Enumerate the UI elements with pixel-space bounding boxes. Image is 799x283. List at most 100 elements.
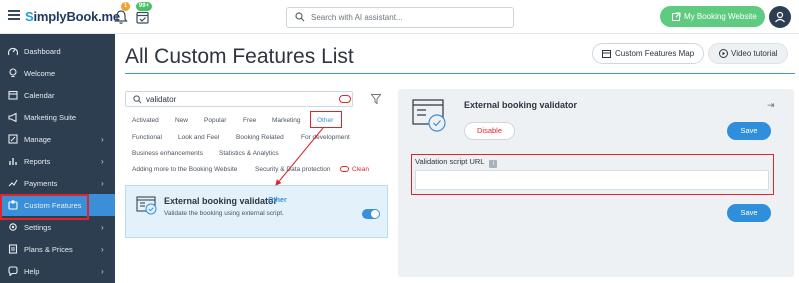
detail-title: External booking validator xyxy=(464,100,578,110)
validator-icon xyxy=(136,196,157,215)
my-booking-website-button[interactable]: My Booking Website xyxy=(660,6,765,27)
feature-description: Validate the booking using external scri… xyxy=(164,210,284,217)
clear-icon xyxy=(340,166,349,172)
payment-icon xyxy=(8,179,18,187)
user-avatar[interactable] xyxy=(769,6,791,28)
sidebar-item-welcome[interactable]: Welcome xyxy=(0,62,115,84)
map-icon xyxy=(602,50,611,58)
validation-url-input[interactable] xyxy=(415,170,769,190)
filter-tag[interactable]: Activated xyxy=(132,117,159,124)
megaphone-icon xyxy=(8,112,17,122)
my-booking-label: My Booking Website xyxy=(684,12,757,21)
sidebar-item-label: Manage xyxy=(24,135,52,144)
sidebar-item-plans-prices[interactable]: Plans & Prices › xyxy=(0,238,115,260)
sidebar-item-manage[interactable]: Manage › xyxy=(0,128,115,150)
dashboard-icon xyxy=(8,47,18,56)
feature-title: External booking validator xyxy=(164,196,278,206)
custom-features-map-label: Custom Features Map xyxy=(615,49,695,58)
chevron-right-icon: › xyxy=(101,223,104,232)
title-divider xyxy=(125,73,795,74)
filter-tag[interactable]: Booking Related xyxy=(236,134,284,141)
calendar-icon xyxy=(8,90,18,100)
app-logo[interactable]: SimplyBook.me xyxy=(25,9,120,24)
menu-icon[interactable] xyxy=(8,10,20,20)
chevron-right-icon: › xyxy=(101,245,104,254)
disable-button[interactable]: Disable xyxy=(464,122,515,140)
feature-toggle[interactable] xyxy=(362,209,380,219)
sidebar-item-label: Payments xyxy=(24,179,58,188)
sidebar-item-label: Custom Features xyxy=(24,201,82,210)
chevron-right-icon: › xyxy=(101,267,104,276)
help-icon xyxy=(8,266,18,276)
search-icon xyxy=(295,12,305,22)
chevron-right-icon: › xyxy=(101,157,104,166)
bell-icon[interactable] xyxy=(114,9,128,25)
sidebar-item-reports[interactable]: Reports › xyxy=(0,150,115,172)
filter-icon[interactable] xyxy=(371,94,381,104)
calendar-badge: 99+ xyxy=(136,2,152,11)
plans-icon xyxy=(8,244,18,254)
url-label-text: Validation script URL xyxy=(415,157,485,166)
ai-search-input[interactable] xyxy=(311,9,509,26)
filter-tag[interactable]: Free xyxy=(243,117,256,124)
filter-tag[interactable]: Security & Data protection xyxy=(255,166,331,173)
sidebar-item-calendar[interactable]: Calendar xyxy=(0,84,115,106)
external-link-icon xyxy=(672,12,681,21)
bar-chart-icon xyxy=(9,158,17,165)
sidebar-item-label: Calendar xyxy=(24,91,55,100)
sidebar-item-dashboard[interactable]: Dashboard xyxy=(0,40,115,62)
gear-icon xyxy=(9,223,17,231)
feature-detail-panel: External booking validator ⇥ Disable Sav… xyxy=(398,89,794,277)
clear-search-icon[interactable] xyxy=(339,95,351,103)
sidebar-item-label: Reports xyxy=(24,157,51,166)
sidebar-item-label: Marketing Suite xyxy=(24,113,77,122)
ai-search-box[interactable] xyxy=(286,7,514,28)
sidebar-item-label: Welcome xyxy=(24,69,56,78)
video-tutorial-label: Video tutorial xyxy=(731,49,778,58)
filter-tag[interactable]: Statistics & Analytics xyxy=(219,150,279,157)
feature-card[interactable]: External booking validator Other Validat… xyxy=(125,185,388,238)
search-icon xyxy=(133,95,142,104)
info-icon[interactable]: i xyxy=(489,160,498,168)
sidebar-item-label: Dashboard xyxy=(24,47,61,56)
sidebar-item-marketing-suite[interactable]: Marketing Suite xyxy=(0,106,115,128)
sidebar-item-help[interactable]: Help › xyxy=(0,260,115,282)
validation-url-section: Validation script URL i xyxy=(411,154,774,195)
clean-filters-button[interactable]: Clean xyxy=(340,166,369,173)
feature-search-box[interactable]: validator xyxy=(125,91,353,107)
filter-tag[interactable]: New xyxy=(175,117,188,124)
notification-badge: 1 xyxy=(121,2,130,11)
sidebar-item-payments[interactable]: Payments › xyxy=(0,172,115,194)
edit-icon xyxy=(8,134,18,144)
custom-features-map-button[interactable]: Custom Features Map xyxy=(592,43,704,64)
sidebar-item-label: Plans & Prices xyxy=(24,245,73,254)
filter-tag[interactable]: Popular xyxy=(204,117,226,124)
page-title: All Custom Features List xyxy=(125,45,354,68)
collapse-panel-icon[interactable]: ⇥ xyxy=(767,100,775,111)
sidebar-item-label: Settings xyxy=(24,223,52,232)
chevron-right-icon: › xyxy=(101,179,104,188)
bulb-icon xyxy=(9,68,17,78)
validator-icon xyxy=(412,99,446,132)
filter-tag[interactable]: Adding more to the Booking Website xyxy=(132,166,237,173)
sidebar-item-custom-features[interactable]: Custom Features xyxy=(0,194,115,220)
filter-tag[interactable]: Look and Feel xyxy=(178,134,219,141)
save-button-bottom[interactable]: Save xyxy=(727,204,771,222)
filter-tag[interactable]: Marketing xyxy=(272,117,301,124)
filter-tag[interactable]: Business enhancements xyxy=(132,150,203,157)
sidebar-item-settings[interactable]: Settings › xyxy=(0,216,115,238)
user-icon xyxy=(775,11,785,23)
main-content: All Custom Features List Custom Features… xyxy=(115,34,799,283)
clean-label: Clean xyxy=(352,166,369,173)
sidebar: Dashboard Welcome Calendar Marketing Sui… xyxy=(0,34,115,283)
feature-search-value[interactable]: validator xyxy=(146,95,176,104)
chevron-right-icon: › xyxy=(101,135,104,144)
play-icon xyxy=(719,49,728,58)
puzzle-icon xyxy=(8,200,18,210)
feature-tag: Other xyxy=(268,197,287,204)
filter-tag[interactable]: Functional xyxy=(132,134,162,141)
save-button[interactable]: Save xyxy=(727,122,771,140)
filter-tag[interactable]: For development xyxy=(301,134,350,141)
video-tutorial-button[interactable]: Video tutorial xyxy=(708,43,788,64)
calendar-check-icon[interactable] xyxy=(136,10,149,24)
